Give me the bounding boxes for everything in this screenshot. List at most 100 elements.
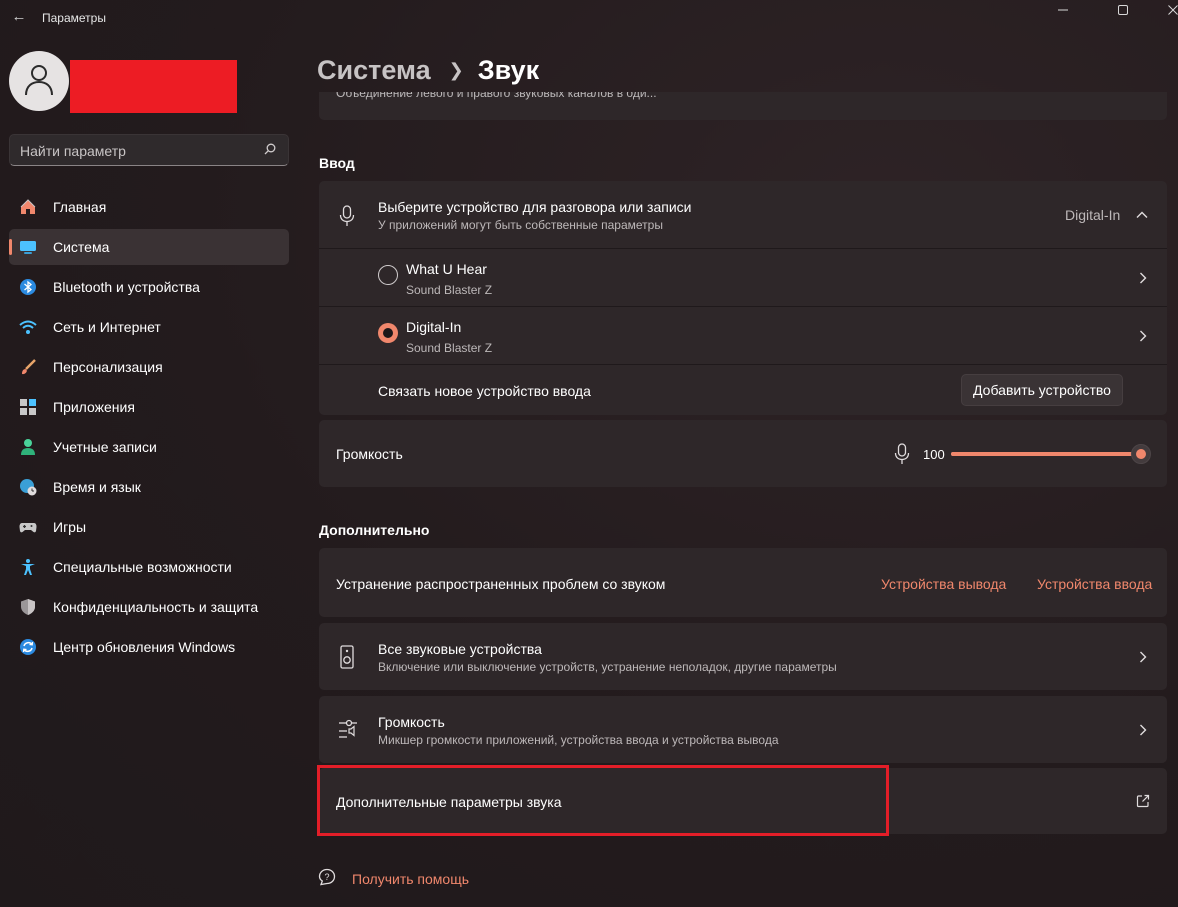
sidebar-item[interactable]: Приложения (9, 389, 289, 425)
system-icon (19, 238, 37, 256)
sidebar-item-label: Конфиденциальность и защита (53, 599, 259, 615)
minimize-icon (1058, 9, 1068, 11)
sidebar-item[interactable]: Учетные записи (9, 429, 289, 465)
sidebar-item[interactable]: Центр обновления Windows (9, 629, 289, 665)
sidebar-item-label: Специальные возможности (53, 559, 232, 575)
device-name: What U Hear (406, 261, 487, 277)
sidebar-item[interactable]: Время и язык (9, 469, 289, 505)
sidebar-item[interactable]: Главная (9, 189, 289, 225)
page-title: Звук (477, 54, 540, 85)
get-help-link[interactable]: Получить помощь (352, 871, 469, 887)
gamepad-icon (19, 518, 37, 536)
sidebar-item-label: Bluetooth и устройства (53, 279, 200, 295)
user-icon (25, 65, 53, 96)
section-title-input: Ввод (319, 155, 355, 171)
device-radio-selected[interactable] (378, 323, 398, 343)
wifi-icon (19, 318, 37, 336)
troubleshoot-output-link[interactable]: Устройства вывода (881, 576, 1006, 592)
back-arrow-icon[interactable]: ← (8, 6, 30, 28)
device-name: Digital-In (406, 319, 462, 335)
svg-text:?: ? (324, 872, 329, 882)
sidebar-item-label: Центр обновления Windows (53, 639, 236, 655)
app-title: Параметры (42, 11, 106, 25)
section-title-advanced: Дополнительно (319, 522, 430, 538)
input-device-row[interactable]: Digital-In Sound Blaster Z (319, 307, 1167, 364)
input-device-selector[interactable]: Выберите устройство для разговора или за… (319, 181, 1167, 248)
sidebar-item-label: Система (53, 239, 110, 255)
maximize-icon (1118, 5, 1128, 15)
minimize-button[interactable] (1040, 0, 1086, 20)
chevron-up-icon[interactable] (1136, 209, 1148, 221)
home-icon (19, 198, 37, 216)
mono-audio-description: Объединение левого и правого звуковых ка… (336, 92, 657, 100)
external-link-icon[interactable] (1136, 794, 1150, 808)
breadcrumb: Система ❯ Звук (317, 52, 539, 88)
input-device-card: Выберите устройство для разговора или за… (319, 181, 1167, 415)
update-icon (19, 638, 37, 656)
device-sub: Sound Blaster Z (406, 283, 493, 297)
sidebar-item[interactable]: Bluetooth и устройства (9, 269, 289, 305)
volume-mixer-icon (339, 719, 357, 738)
troubleshoot-input-link[interactable]: Устройства ввода (1037, 576, 1152, 592)
help-icon: ? (318, 868, 336, 886)
device-radio[interactable] (378, 265, 398, 285)
all-sound-devices-row[interactable]: Все звуковые устройства Включение или вы… (319, 623, 1167, 690)
volume-slider-fill (951, 452, 1141, 456)
globe-clock-icon (19, 478, 37, 496)
chevron-right-icon[interactable] (1137, 330, 1149, 342)
chevron-right-icon[interactable] (1137, 651, 1149, 663)
sidebar-item-label: Учетные записи (53, 439, 157, 455)
troubleshoot-label: Устранение распространенных проблем со з… (336, 576, 666, 592)
mono-audio-card[interactable]: Объединение левого и правого звуковых ка… (319, 92, 1167, 120)
pair-input-label: Связать новое устройство ввода (378, 383, 591, 399)
avatar[interactable] (9, 51, 69, 111)
chevron-right-icon[interactable] (1137, 272, 1149, 284)
sidebar-item[interactable]: Сеть и Интернет (9, 309, 289, 345)
apps-icon (19, 398, 37, 416)
sidebar-item-label: Приложения (53, 399, 135, 415)
sidebar-item-label: Время и язык (53, 479, 141, 495)
highlight-annotation (317, 765, 889, 836)
input-device-row[interactable]: What U Hear Sound Blaster Z (319, 249, 1167, 306)
microphone-icon[interactable] (894, 443, 910, 465)
search-box[interactable] (9, 134, 289, 166)
bluetooth-icon (19, 278, 37, 296)
account-icon (19, 438, 37, 456)
volume-slider-thumb[interactable] (1131, 444, 1151, 464)
sidebar-item[interactable]: Система (9, 229, 289, 265)
volume-slider[interactable] (951, 452, 1141, 456)
current-input-device: Digital-In (1065, 207, 1121, 223)
sidebar-item[interactable]: Специальные возможности (9, 549, 289, 585)
sidebar-item-label: Сеть и Интернет (53, 319, 161, 335)
input-volume-card: Громкость 100 (319, 420, 1167, 487)
all-devices-title: Все звуковые устройства (378, 641, 542, 657)
volume-value: 100 (923, 447, 945, 462)
volume-mixer-subtitle: Микшер громкости приложений, устройства … (378, 733, 779, 747)
chevron-right-icon[interactable] (1137, 724, 1149, 736)
close-button[interactable] (1150, 0, 1178, 20)
shield-icon (19, 598, 37, 616)
sidebar-item-label: Главная (53, 199, 107, 215)
volume-mixer-row[interactable]: Громкость Микшер громкости приложений, у… (319, 696, 1167, 763)
chevron-right-icon: ❯ (448, 59, 464, 80)
accessibility-icon (19, 558, 37, 576)
input-device-title: Выберите устройство для разговора или за… (378, 199, 692, 215)
sidebar-item[interactable]: Персонализация (9, 349, 289, 385)
add-device-button[interactable]: Добавить устройство (961, 374, 1123, 406)
input-device-subtitle: У приложений могут быть собственные пара… (378, 218, 663, 232)
all-devices-subtitle: Включение или выключение устройств, устр… (378, 660, 837, 674)
volume-label: Громкость (336, 446, 403, 462)
title-bar: ← Параметры (0, 0, 1178, 36)
speaker-icon (340, 645, 354, 669)
troubleshoot-card: Устранение распространенных проблем со з… (319, 548, 1167, 617)
maximize-button[interactable] (1100, 0, 1146, 20)
breadcrumb-parent[interactable]: Система (317, 55, 431, 86)
microphone-icon (339, 205, 355, 226)
search-icon[interactable] (264, 143, 276, 155)
sidebar-item[interactable]: Конфиденциальность и защита (9, 589, 289, 625)
sidebar-item[interactable]: Игры (9, 509, 289, 545)
divider (319, 364, 1167, 365)
search-input[interactable] (20, 141, 250, 161)
active-indicator (9, 239, 12, 255)
volume-mixer-title: Громкость (378, 714, 445, 730)
